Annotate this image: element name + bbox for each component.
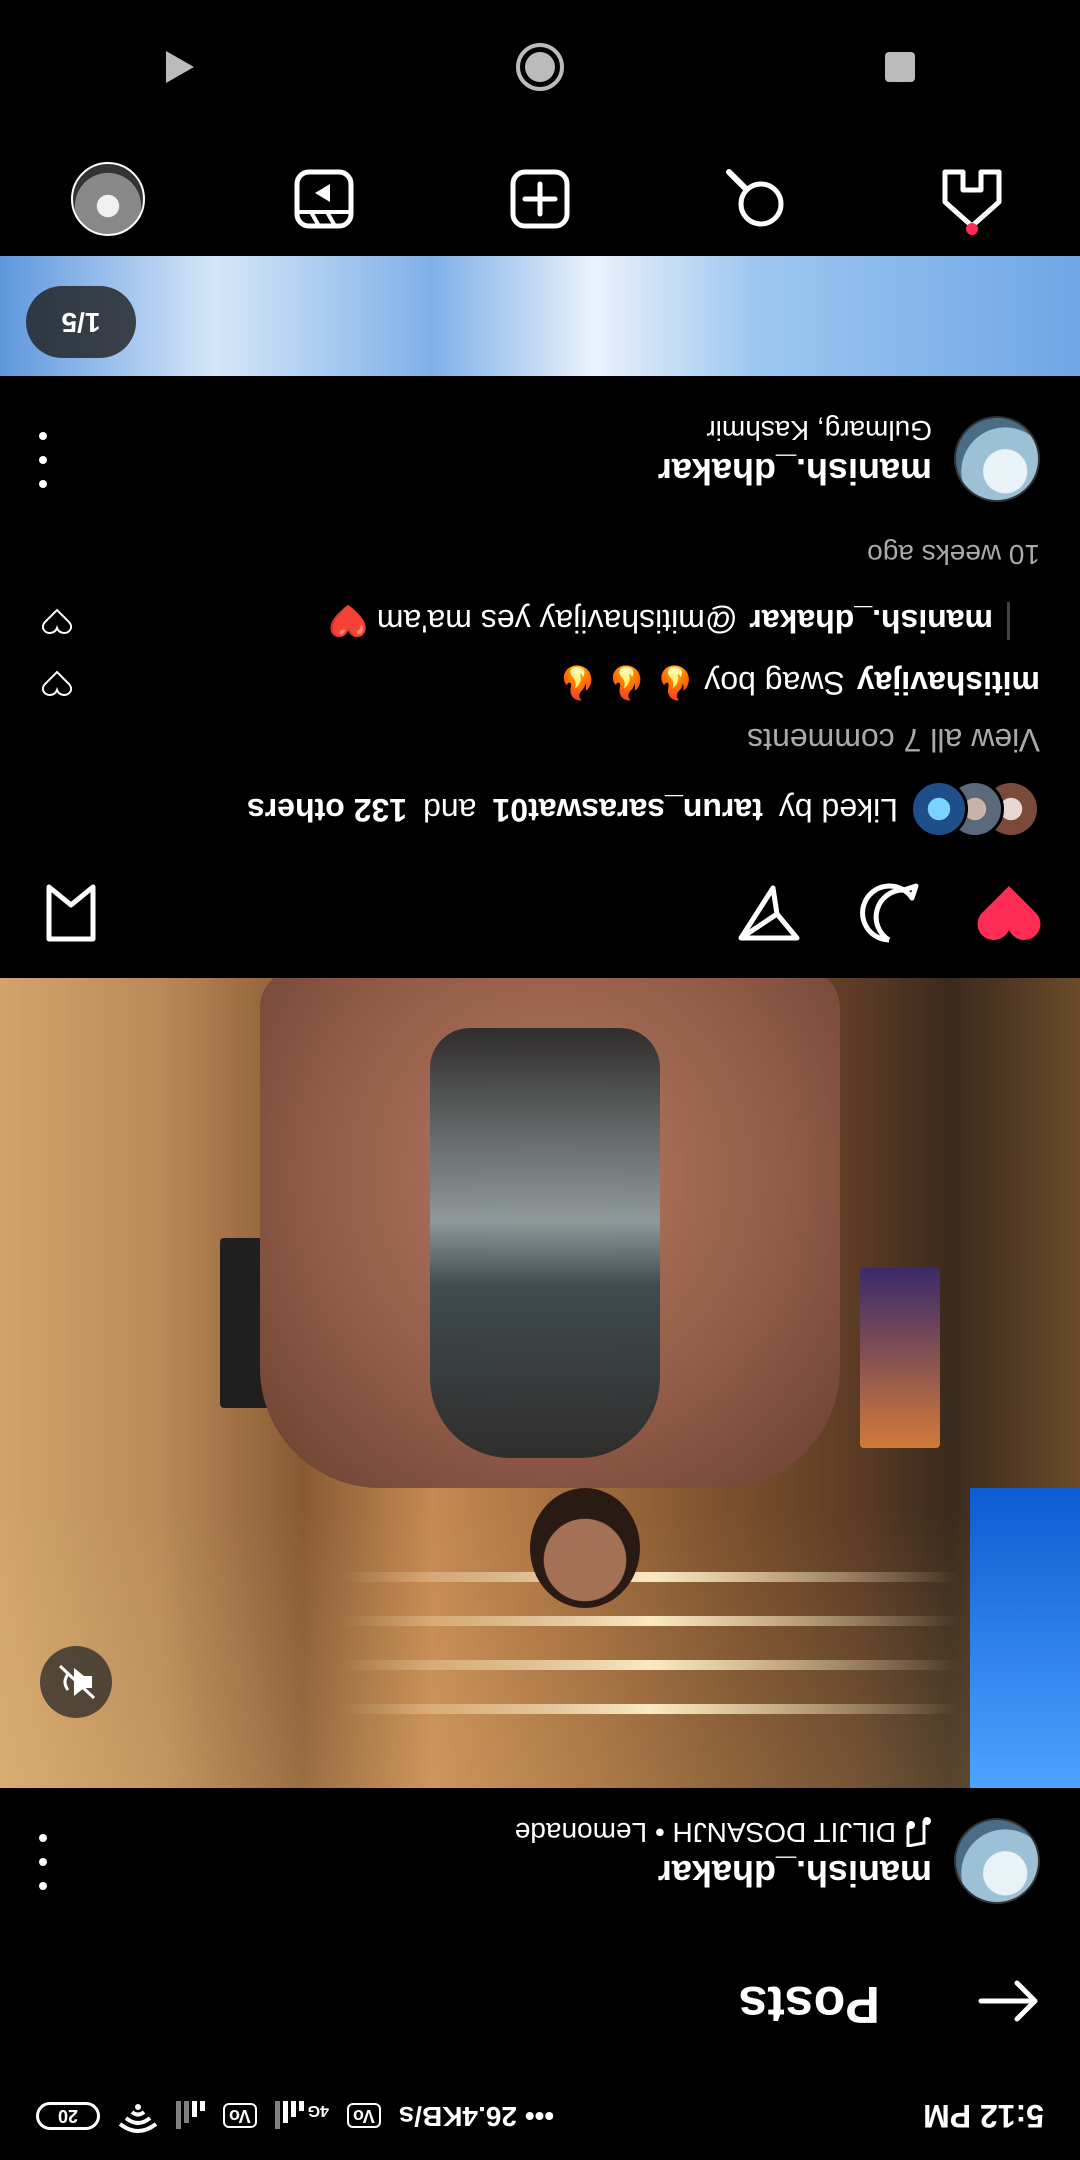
post-image[interactable] — [0, 978, 1080, 1788]
save-button[interactable] — [36, 878, 106, 948]
likes-text: Liked by — [778, 792, 898, 829]
post-time: 10 weeks ago — [867, 539, 1040, 570]
nav-create[interactable] — [500, 159, 580, 239]
comment-user[interactable]: mitishavijay — [857, 665, 1040, 702]
comment-item: mitishavijay Swag boy 🔥 🔥 🔥 — [558, 664, 1040, 702]
recents-icon — [885, 52, 915, 82]
heart-filled-icon — [977, 886, 1041, 940]
music-note-icon — [906, 1817, 931, 1847]
author-avatar[interactable] — [954, 1818, 1040, 1904]
comment-text: Swag boy 🔥 🔥 🔥 — [558, 665, 845, 701]
send-icon — [738, 885, 800, 941]
bookmark-icon — [46, 884, 96, 942]
mute-button[interactable] — [40, 1646, 112, 1718]
carousel-counter: 1/5 — [26, 286, 136, 358]
nav-home[interactable] — [932, 159, 1012, 239]
wifi-icon — [118, 2098, 158, 2135]
next-post-header: manish._dhakar Gulmarg, Kashmir — [0, 390, 1080, 530]
speaker-muted-icon — [58, 1664, 96, 1700]
home-circle-icon — [516, 43, 564, 91]
back-triangle-icon — [166, 51, 194, 83]
volte-badge-2: Vo — [223, 2103, 257, 2129]
status-indicators: ••• 26.4KB/s Vo 4G Vo 20 — [36, 2098, 554, 2135]
audio-title: DILJIT DOSANJH • Lemonade — [514, 1817, 896, 1848]
back-button[interactable] — [974, 1966, 1044, 2036]
bottom-nav — [0, 134, 1080, 264]
top-app-bar: Posts — [0, 1932, 1080, 2072]
reels-icon — [294, 169, 354, 229]
author-username[interactable]: manish._dhakar — [658, 450, 932, 492]
movie-poster — [860, 1268, 940, 1448]
comment-button[interactable] — [854, 878, 924, 948]
nav-search[interactable] — [716, 159, 796, 239]
heart-outline-icon — [42, 608, 72, 634]
volte-badge-1: Vo — [347, 2103, 381, 2129]
comment-reply-item: manish._dhakar @mitishavijay yes ma'am ❤… — [328, 602, 1010, 640]
comment-like-button[interactable] — [40, 666, 74, 700]
more-options-button[interactable] — [36, 432, 50, 488]
network-speed: ••• 26.4KB/s — [398, 2101, 555, 2132]
battery-icon: 20 — [36, 2102, 100, 2130]
home-system-button[interactable] — [510, 37, 570, 97]
system-nav — [0, 0, 1080, 134]
home-icon — [942, 169, 1002, 229]
nav-reels[interactable] — [284, 159, 364, 239]
comment-user[interactable]: manish._dhakar — [749, 603, 993, 640]
ceiling-lights — [340, 1548, 960, 1748]
comment-text: @mitishavijay yes ma'am ❤️ — [328, 603, 738, 639]
author-username[interactable]: manish._dhakar — [658, 1852, 932, 1894]
status-bar: 5:12 PM ••• 26.4KB/s Vo 4G Vo 20 — [0, 2072, 1080, 2160]
more-options-button[interactable] — [36, 1834, 50, 1890]
nav-profile[interactable] — [68, 159, 148, 239]
liker-avatars — [910, 780, 1040, 838]
poster-blue — [970, 1488, 1080, 1788]
post-actions — [0, 848, 1080, 978]
share-button[interactable] — [734, 878, 804, 948]
likes-and: and — [423, 792, 477, 829]
heart-outline-icon — [42, 670, 72, 696]
person — [430, 1028, 660, 1458]
search-icon — [726, 169, 784, 227]
recents-button[interactable] — [870, 37, 930, 97]
profile-avatar — [71, 162, 145, 236]
author-avatar[interactable] — [954, 416, 1040, 502]
comment-like-button[interactable] — [40, 604, 74, 638]
page-title: Posts — [738, 1975, 880, 2033]
back-system-button[interactable] — [150, 37, 210, 97]
status-time: 5:12 PM — [923, 2098, 1044, 2135]
post-location[interactable]: Gulmarg, Kashmir — [706, 414, 932, 446]
like-button[interactable] — [974, 878, 1044, 948]
arrow-left-icon — [978, 1980, 1038, 2022]
post-header: manish._dhakar DILJIT DOSANJH • Lemonade — [0, 1792, 1080, 1932]
likes-summary[interactable]: Liked by tarun_saraswat01 and 132 others — [247, 780, 1040, 840]
audio-link[interactable]: DILJIT DOSANJH • Lemonade — [515, 1816, 932, 1848]
signal-4g-icon: 4G — [274, 2101, 329, 2131]
view-all-comments[interactable]: View all 7 comments — [747, 721, 1040, 758]
signal-icon — [176, 2101, 205, 2131]
notification-dot — [966, 223, 978, 235]
liked-user[interactable]: tarun_saraswat01 — [492, 792, 762, 829]
comment-icon — [860, 883, 919, 943]
person-head — [530, 1488, 640, 1608]
plus-square-icon — [510, 169, 570, 229]
next-post-image[interactable]: 1/5 — [0, 256, 1080, 376]
likes-others[interactable]: 132 others — [247, 792, 407, 829]
